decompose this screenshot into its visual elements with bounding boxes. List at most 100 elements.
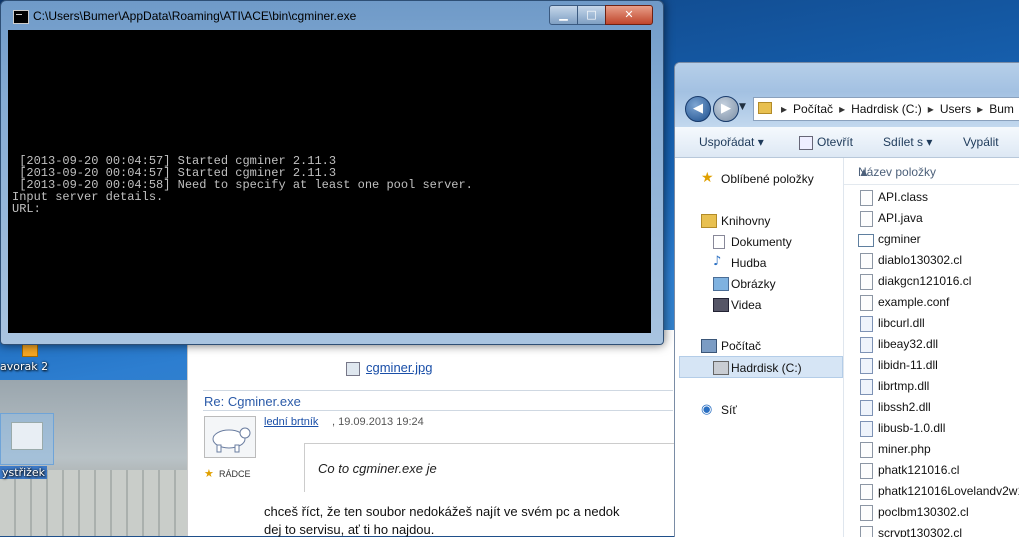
file-list: ▲ Název položky API.class API.java cgminer… (844, 158, 1019, 537)
divider (203, 390, 673, 391)
file-row[interactable]: poclbm130302.cl (854, 502, 1019, 522)
avatar (204, 416, 256, 458)
breadcrumb-users[interactable]: Users (940, 102, 971, 116)
wallpaper-building-base (0, 470, 190, 536)
user-rank: RÁDCE (219, 469, 251, 479)
file-name: libusb-1.0.dll (878, 421, 946, 435)
file-name: diakgcn121016.cl (878, 274, 972, 288)
file-icon (860, 505, 873, 521)
file-row[interactable]: diablo130302.cl (854, 250, 1019, 270)
computer-icon (701, 339, 717, 353)
file-row[interactable]: API.class (854, 187, 1019, 207)
file-name: libssh2.dll (878, 400, 931, 414)
desktop-shortcut-icon[interactable] (22, 343, 38, 357)
back-arrow-icon[interactable]: ◀ (685, 96, 711, 122)
dll-file-icon (860, 400, 873, 416)
file-name: phatk121016Lovelandv2w1 (878, 484, 1019, 498)
file-icon (860, 526, 873, 537)
snipping-tool-icon[interactable] (0, 413, 54, 465)
dll-file-icon (860, 316, 873, 332)
dll-file-icon (860, 337, 873, 353)
file-row[interactable]: scrypt130302.cl (854, 523, 1019, 537)
nav-item-libraries[interactable]: Knihovny (721, 214, 770, 228)
close-button[interactable]: ✕ (605, 5, 653, 25)
nav-item-favorites[interactable]: Oblíbené položky (721, 172, 814, 186)
open-button[interactable]: Otevřít (817, 135, 853, 149)
file-row[interactable]: libcurl.dll (854, 313, 1019, 333)
file-name: libcurl.dll (878, 316, 925, 330)
file-row[interactable]: example.conf (854, 292, 1019, 312)
nav-item-music[interactable]: Hudba (731, 256, 766, 270)
console-icon[interactable] (13, 10, 29, 24)
minimize-button[interactable]: ▁ (549, 5, 578, 25)
file-icon (860, 211, 873, 227)
file-name: librtmp.dll (878, 379, 930, 393)
nav-item-computer[interactable]: Počítač (721, 339, 761, 353)
file-name: poclbm130302.cl (878, 505, 969, 519)
breadcrumb-user[interactable]: Bum (989, 102, 1014, 116)
maximize-button[interactable]: □ (577, 5, 606, 25)
forward-arrow-icon[interactable]: ▶ (713, 96, 739, 122)
nav-item-videos[interactable]: Videa (731, 298, 761, 312)
dll-file-icon (860, 379, 873, 395)
file-name: phatk121016.cl (878, 463, 960, 477)
file-icon (860, 484, 873, 500)
window-title: C:\Users\Bumer\AppData\Roaming\ATI\ACE\b… (33, 9, 357, 23)
dll-file-icon (860, 358, 873, 374)
console-prompt-line: URL: (12, 202, 41, 216)
network-globe-icon: ◉ (701, 402, 713, 417)
quote-text: Co to cgminer.exe je (318, 461, 437, 476)
file-name: scrypt130302.cl (878, 526, 963, 537)
file-row[interactable]: diakgcn121016.cl (854, 271, 1019, 291)
post-body-line: dej to servisu, ať ti ho najdou. (264, 522, 435, 537)
file-name: libeay32.dll (878, 337, 939, 351)
quote-block: Co to cgminer.exe je (304, 443, 685, 492)
attachment-link[interactable]: cgminer.jpg (366, 360, 432, 375)
file-row[interactable]: API.java (854, 208, 1019, 228)
file-icon (860, 190, 873, 206)
burn-button[interactable]: Vypálit (963, 135, 999, 149)
file-row[interactable]: phatk121016Lovelandv2w1 (854, 481, 1019, 501)
file-row[interactable]: miner.php (854, 439, 1019, 459)
file-row[interactable]: phatk121016.cl (854, 460, 1019, 480)
command-bar: Uspořádat ▾ Otevřít Sdílet s ▾ Vypálit (675, 127, 1019, 158)
open-icon (799, 136, 813, 150)
breadcrumb-drive[interactable]: Hadrdisk (C:) (851, 102, 922, 116)
reply-title: Re: Cgminer.exe (204, 394, 301, 409)
nav-item-network[interactable]: Síť (721, 403, 737, 417)
file-name: libidn-11.dll (878, 358, 938, 372)
video-icon (713, 298, 729, 312)
file-row[interactable]: libeay32.dll (854, 334, 1019, 354)
file-name: diablo130302.cl (878, 253, 963, 267)
file-row[interactable]: librtmp.dll (854, 376, 1019, 396)
column-header-label: Název položky (858, 165, 937, 179)
author-link[interactable]: lední brtník (264, 416, 318, 428)
post-body-line: chceš říct, že ten soubor nedokážeš nají… (264, 504, 620, 519)
image-file-icon (346, 362, 360, 376)
file-row[interactable]: cgminer (854, 229, 1019, 249)
breadcrumb-computer[interactable]: Počítač (793, 102, 833, 116)
explorer-window: ◀ ▶ ▼ ▸ Počítač ▸ Hadrdisk (C:) ▸ Users ▸ Bum U… (674, 62, 1019, 537)
file-row[interactable]: libidn-11.dll (854, 355, 1019, 375)
star-icon: ★ (701, 170, 714, 186)
share-button[interactable]: Sdílet s ▾ (883, 135, 932, 149)
nav-item-documents[interactable]: Dokumenty (731, 235, 792, 249)
file-icon (860, 442, 873, 458)
explorer-title-area: ◀ ▶ ▼ ▸ Počítač ▸ Hadrdisk (C:) ▸ Users ▸ Bum (675, 63, 1019, 127)
nav-item-hdd[interactable]: Hadrdisk (C:) (731, 361, 802, 375)
address-bar[interactable]: ▸ Počítač ▸ Hadrdisk (C:) ▸ Users ▸ Bum (753, 97, 1019, 121)
file-row[interactable]: libusb-1.0.dll (854, 418, 1019, 438)
console-output[interactable]: [2013-09-20 00:04:57] Started cgminer 2.… (8, 30, 651, 333)
file-row[interactable]: libssh2.dll (854, 397, 1019, 417)
music-note-icon: ♪ (713, 254, 722, 269)
organize-button[interactable]: Uspořádat ▾ (699, 135, 764, 149)
hard-disk-icon (713, 361, 729, 375)
application-icon (858, 234, 874, 247)
desktop-icon-label-selected[interactable]: ystřižek (0, 466, 48, 479)
file-name: API.java (878, 211, 923, 225)
chevron-down-icon[interactable]: ▼ (739, 102, 746, 112)
column-header-name[interactable]: ▲ Název položky (844, 158, 1019, 185)
desktop-icon-label[interactable]: avorak 2 (0, 360, 48, 373)
nav-item-pictures[interactable]: Obrázky (731, 277, 776, 291)
library-icon (701, 214, 717, 228)
